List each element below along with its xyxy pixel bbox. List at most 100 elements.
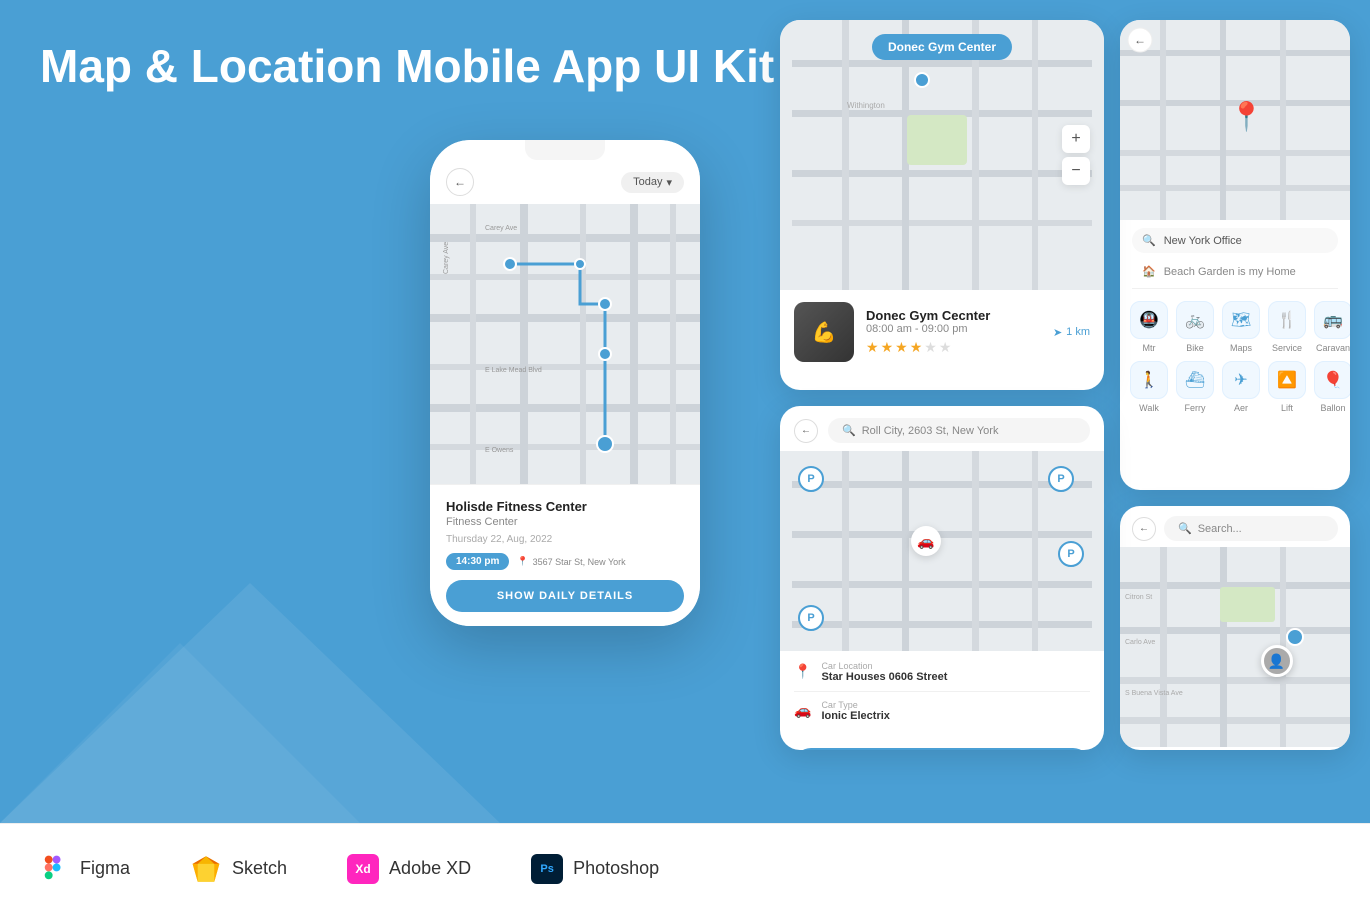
address-text: 📍 3567 Star St, New York: [517, 556, 625, 567]
main-container: Map & Location Mobile App UI Kit ← Today…: [0, 0, 1370, 913]
figma-icon: [40, 854, 70, 884]
ferry-label: Ferry: [1185, 403, 1206, 413]
fitness-center-details-row: 14:30 pm 📍 3567 Star St, New York: [446, 553, 684, 570]
gym-photo: 💪: [794, 302, 854, 362]
gym-map-card: Donec Gym Center: [780, 20, 1104, 390]
center-phone-mockup: ← Today ▾: [430, 140, 700, 626]
star-5: ★: [924, 339, 937, 356]
chevron-down-icon: ▾: [666, 176, 672, 189]
user-avatar-pin: 👤: [1261, 645, 1293, 677]
time-badge: 14:30 pm: [446, 553, 509, 570]
zoom-out-button[interactable]: −: [1062, 157, 1090, 185]
cat-map-area: ← 📍: [1120, 20, 1350, 220]
show-details-button[interactable]: SHOW DAILY DETAILS: [446, 580, 684, 612]
gym-details: Donec Gym Cecnter 08:00 am - 09:00 pm ★ …: [866, 308, 990, 356]
cat-item-bike[interactable]: 🚲 Bike: [1176, 301, 1214, 353]
bike-icon: 🚲: [1176, 301, 1214, 339]
parking-icon-3: P: [1058, 541, 1084, 567]
user-map-bg: Citron St Carlo Ave S Buena Vista Ave 👤: [1120, 547, 1350, 747]
cat-item-service[interactable]: 🍴 Service: [1268, 301, 1306, 353]
lift-label: Lift: [1281, 403, 1293, 413]
cat-item-ballon[interactable]: 🎈 Ballon: [1314, 361, 1350, 413]
gym-photo-inner: 💪: [794, 302, 854, 362]
phone-back-button[interactable]: ←: [446, 168, 474, 196]
car-icon-map: 🚗: [911, 526, 941, 556]
cat-item-caravan[interactable]: 🚌 Caravan: [1314, 301, 1350, 353]
mtr-label: Mtr: [1143, 343, 1156, 353]
star-1: ★: [866, 339, 879, 356]
categories-grid: 🚇 Mtr 🚲 Bike 🗺 Maps 🍴: [1120, 289, 1350, 423]
car-location-label: Car Location: [821, 661, 947, 671]
fitness-center-name: Holisde Fitness Center: [446, 499, 684, 514]
lift-icon: 🔼: [1268, 361, 1306, 399]
ballon-label: Ballon: [1320, 403, 1345, 413]
distance-badge: ➤ 1 km: [1053, 326, 1090, 339]
car-type-label: Car Type: [821, 700, 889, 710]
zoom-controls: + −: [1062, 125, 1090, 185]
fitness-center-subtitle: Fitness Center: [446, 516, 684, 528]
home-icon: 🏠: [1142, 265, 1156, 278]
search-icon: 🔍: [842, 424, 856, 437]
car-type-row: 🚗 Car Type Ionic Electrix: [794, 700, 1090, 730]
caravan-icon: 🚌: [1314, 301, 1350, 339]
center-map-svg: Carey Ave Carey Ave E Lake Mead Blvd E O…: [430, 204, 700, 484]
phone-notch: [525, 140, 605, 160]
sketch-label: Sketch: [232, 858, 287, 879]
parking-search-input[interactable]: 🔍 Roll City, 2603 St, New York: [828, 418, 1090, 443]
gym-bubble-label: Donec Gym Center: [872, 34, 1012, 60]
car-type-info: Car Type Ionic Electrix: [821, 700, 889, 722]
parking-header: ← 🔍 Roll City, 2603 St, New York: [780, 406, 1104, 451]
office-search-text: New York Office: [1164, 235, 1242, 247]
parking-icon-4: P: [798, 605, 824, 631]
cat-item-ferry[interactable]: ⛴ Ferry: [1176, 361, 1214, 413]
car-location-value: Star Houses 0606 Street: [821, 671, 947, 683]
zoom-in-button[interactable]: +: [1062, 125, 1090, 153]
user-map-svg: Citron St Carlo Ave S Buena Vista Ave: [1120, 547, 1350, 747]
car-type-icon: 🚗: [794, 702, 811, 719]
star-6: ★: [939, 339, 952, 356]
center-info-card: Holisde Fitness Center Fitness Center Th…: [430, 484, 700, 626]
service-label: Service: [1272, 343, 1302, 353]
gym-map-svg: Withington: [780, 20, 1104, 290]
phone-date-button[interactable]: Today ▾: [621, 172, 684, 193]
car-type-value: Ionic Electrix: [821, 710, 889, 722]
find-car-button[interactable]: FIND CAR: [794, 748, 1090, 750]
user-map-card: ← 🔍 Search...: [1120, 506, 1350, 750]
cat-item-maps[interactable]: 🗺 Maps: [1222, 301, 1260, 353]
mtr-icon: 🚇: [1130, 301, 1168, 339]
adobe-xd-label: Adobe XD: [389, 858, 471, 879]
sketch-icon: [190, 855, 222, 883]
phone-screen: ← Today ▾: [430, 140, 700, 626]
home-row: 🏠 Beach Garden is my Home: [1132, 259, 1338, 284]
adobe-xd-icon: Xd: [347, 854, 379, 884]
cat-item-aer[interactable]: ✈ Aer: [1222, 361, 1260, 413]
tool-adobe-xd: Xd Adobe XD: [347, 854, 471, 884]
svg-text:Carlo Ave: Carlo Ave: [1125, 639, 1155, 646]
cat-item-walk[interactable]: 🚶 Walk: [1130, 361, 1168, 413]
caravan-label: Caravan: [1316, 343, 1350, 353]
star-2: ★: [881, 339, 894, 356]
parking-back-button[interactable]: ←: [794, 419, 818, 443]
star-4: ★: [910, 339, 923, 356]
send-icon: ➤: [1053, 326, 1062, 339]
car-info-section: 📍 Car Location Star Houses 0606 Street 🚗…: [780, 651, 1104, 740]
location-pin-icon: 📍: [1229, 100, 1264, 133]
figma-label: Figma: [80, 858, 130, 879]
maps-label: Maps: [1230, 343, 1252, 353]
user-map-search[interactable]: 🔍 Search...: [1164, 516, 1338, 541]
photoshop-icon: Ps: [531, 854, 563, 884]
svg-text:Carey Ave: Carey Ave: [485, 225, 517, 232]
parking-map-area: P P P P 🚗: [780, 451, 1104, 651]
categories-card: ← 📍 🔍 New York Office 🏠 Beach: [1120, 20, 1350, 490]
svg-text:Withington: Withington: [847, 101, 885, 110]
office-search-row[interactable]: 🔍 New York Office: [1132, 228, 1338, 253]
location-icon-car: 📍: [794, 663, 811, 680]
bike-label: Bike: [1186, 343, 1204, 353]
photoshop-label: Photoshop: [573, 858, 659, 879]
ferry-icon: ⛴: [1176, 361, 1214, 399]
service-icon: 🍴: [1268, 301, 1306, 339]
page-title: Map & Location Mobile App UI Kit: [40, 40, 774, 93]
cat-item-lift[interactable]: 🔼 Lift: [1268, 361, 1306, 413]
cat-item-mtr[interactable]: 🚇 Mtr: [1130, 301, 1168, 353]
user-map-back-button[interactable]: ←: [1132, 517, 1156, 541]
